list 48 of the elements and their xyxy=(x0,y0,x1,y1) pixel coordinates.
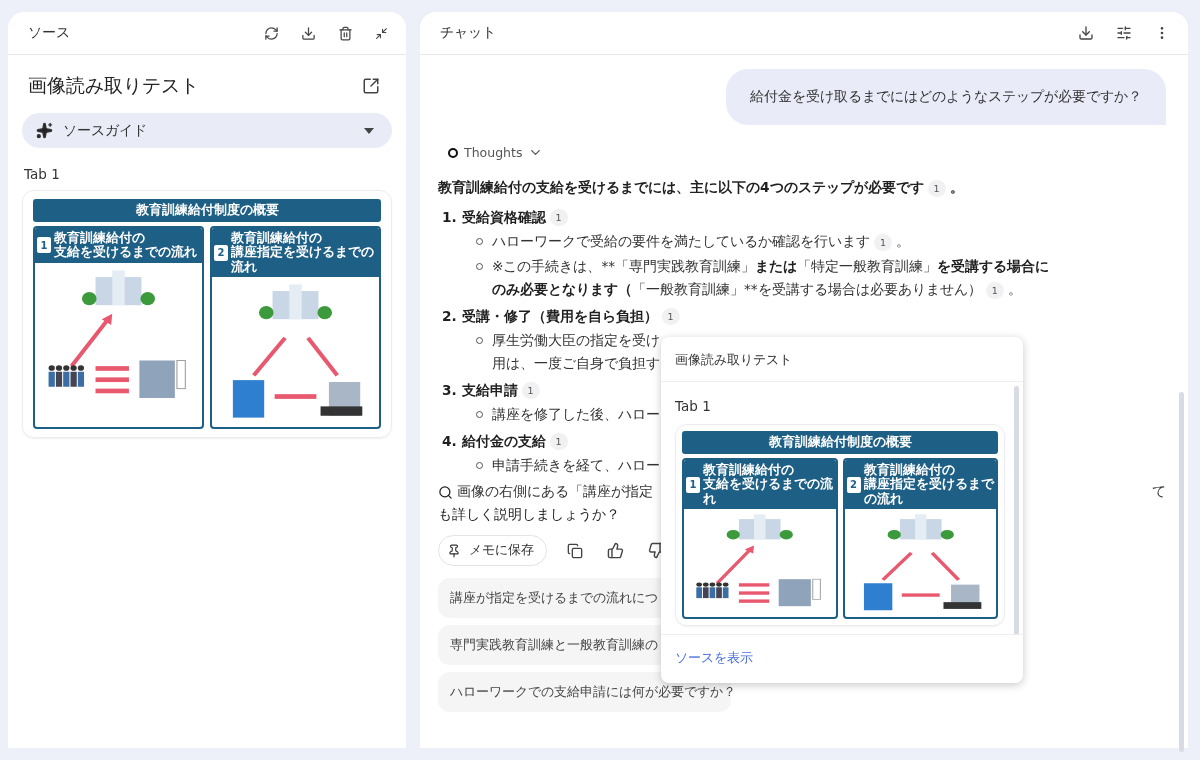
bullet-text: 申請手続きを経て、ハロー xyxy=(492,456,660,475)
pin-icon xyxy=(447,543,461,558)
diagram-title: 教育訓練給付制度の概要 xyxy=(33,199,381,222)
bullet-text: 用は、一度ご自身で負担す xyxy=(492,354,660,373)
citation-badge[interactable]: 1 xyxy=(521,381,540,399)
followup-text: て xyxy=(1152,483,1166,501)
answer-intro: 教育訓練給付の支給を受けるまでには、主に以下の4つのステップが必要です 1 。 xyxy=(438,179,964,195)
bullet-text: ハローワークで受給の要件を満たしているか確認を行います 1 。 xyxy=(492,232,911,253)
followup-text: も詳しく説明しましょうか？ xyxy=(438,506,620,522)
bullet-text: 厚生労働大臣の指定を受け xyxy=(492,331,660,350)
followup-text: 画像の右側にある「講座が指定 xyxy=(457,483,653,501)
citation-badge[interactable]: 1 xyxy=(874,233,893,251)
search-icon xyxy=(438,484,453,500)
bullet-text: 講座を修了した後、ハロー xyxy=(492,405,660,424)
scrollbar[interactable] xyxy=(1179,392,1184,752)
source-guide-dropdown[interactable]: ソースガイド xyxy=(22,113,392,148)
source-title: 画像読み取りテスト xyxy=(28,73,199,98)
diagram-title: 教育訓練給付制度の概要 xyxy=(682,431,998,454)
section-heading: 教育訓練給付の 講座指定を受けるまでの流れ xyxy=(863,463,994,507)
panel-title: ソース xyxy=(28,24,71,42)
section-heading: 教育訓練給付の 支給を受けるまでの流れ xyxy=(54,231,197,260)
popover-title: 画像読み取りテスト xyxy=(675,352,792,367)
suggestion-chip[interactable]: ハローワークでの支給申請には何が必要ですか？ xyxy=(438,672,731,712)
citation-badge[interactable]: 1 xyxy=(927,179,946,197)
step-title: 2. 受講・修了（費用を自ら負担） xyxy=(442,307,658,326)
tab-label: Tab 1 xyxy=(24,166,61,182)
citation-badge[interactable]: 1 xyxy=(549,432,568,450)
step-title: 1. 受給資格確認 xyxy=(442,208,546,227)
section-number: 2 xyxy=(214,244,228,261)
tab-label: Tab 1 xyxy=(675,398,712,414)
section-number: 1 xyxy=(686,476,700,493)
user-message: 給付金を受け取るまでにはどのようなステップが必要ですか？ xyxy=(726,69,1166,125)
step-title: 4. 給付金の支給 xyxy=(442,432,546,451)
panel-title: チャット xyxy=(440,24,497,42)
citation-badge[interactable]: 1 xyxy=(985,281,1004,299)
scrollbar[interactable] xyxy=(1014,386,1019,634)
caret-icon xyxy=(364,127,374,134)
sparkle-icon xyxy=(36,122,53,139)
save-note-button[interactable]: メモに保存 xyxy=(438,535,547,566)
section-heading: 教育訓練給付の 講座指定を受けるまでの流れ xyxy=(231,231,375,275)
section-number: 1 xyxy=(37,237,51,254)
citation-badge[interactable]: 1 xyxy=(549,208,568,226)
section-number: 2 xyxy=(846,476,861,493)
bullet-text: ※この手続きは、**「専門実践教育訓練」または「特定一般教育訓練」を受講する場合にのみ必要となります（「一般教育訓練」**を受講する場合は必要ありません） 1 。 xyxy=(492,257,1051,301)
section-heading: 教育訓練給付の 支給を受けるまでの流れ xyxy=(703,463,834,507)
citation-badge[interactable]: 1 xyxy=(661,307,680,325)
step-title: 3. 支給申請 xyxy=(442,381,518,400)
thoughts-toggle[interactable]: Thoughts xyxy=(448,145,544,160)
